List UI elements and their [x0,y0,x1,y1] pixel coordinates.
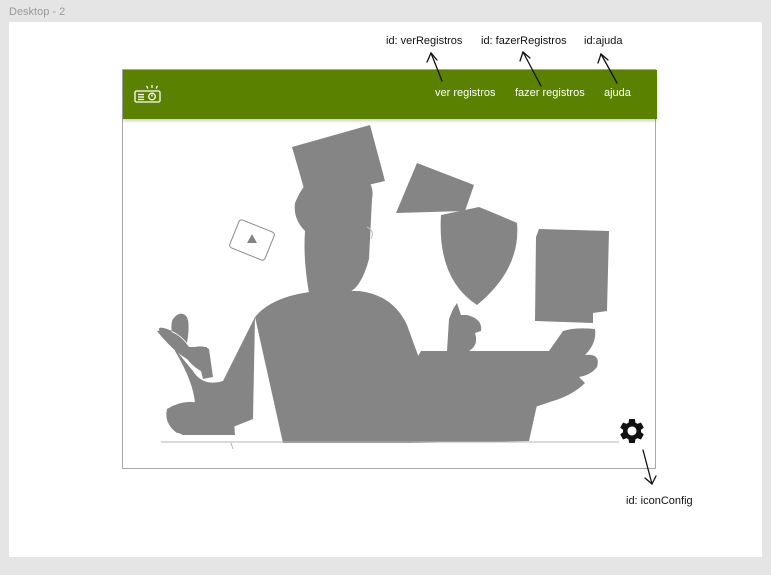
app-window: ver registros fazer registros ajuda [122,69,657,469]
illustration-document [535,229,609,323]
illustration-right-hand [525,328,598,409]
illustration-card [396,163,474,213]
nav-link-ajuda[interactable]: ajuda [604,87,631,99]
illustration-laptop [393,351,549,443]
illustration-play-card [229,219,275,261]
gear-icon[interactable] [617,416,647,446]
illustration-head [294,175,373,293]
hero-illustration [157,125,619,450]
nav-link-ver-registros[interactable]: ver registros [435,87,496,99]
annotation-fazer-registros: id: fazerRegistros [481,35,567,47]
annotation-ajuda: id:ajuda [584,35,623,47]
nav-link-fazer-registros[interactable]: fazer registros [515,87,585,99]
illustration-shield [440,207,518,305]
navbar: ver registros fazer registros ajuda [123,70,657,119]
illustration-pointing-hand [447,303,482,351]
annotation-icon-config: id: iconConfig [626,495,693,507]
annotation-ver-registros: id: verRegistros [386,35,463,47]
frame-label: Desktop - 2 [9,6,66,18]
projector-icon[interactable] [133,82,163,106]
illustration-torso [255,291,423,443]
